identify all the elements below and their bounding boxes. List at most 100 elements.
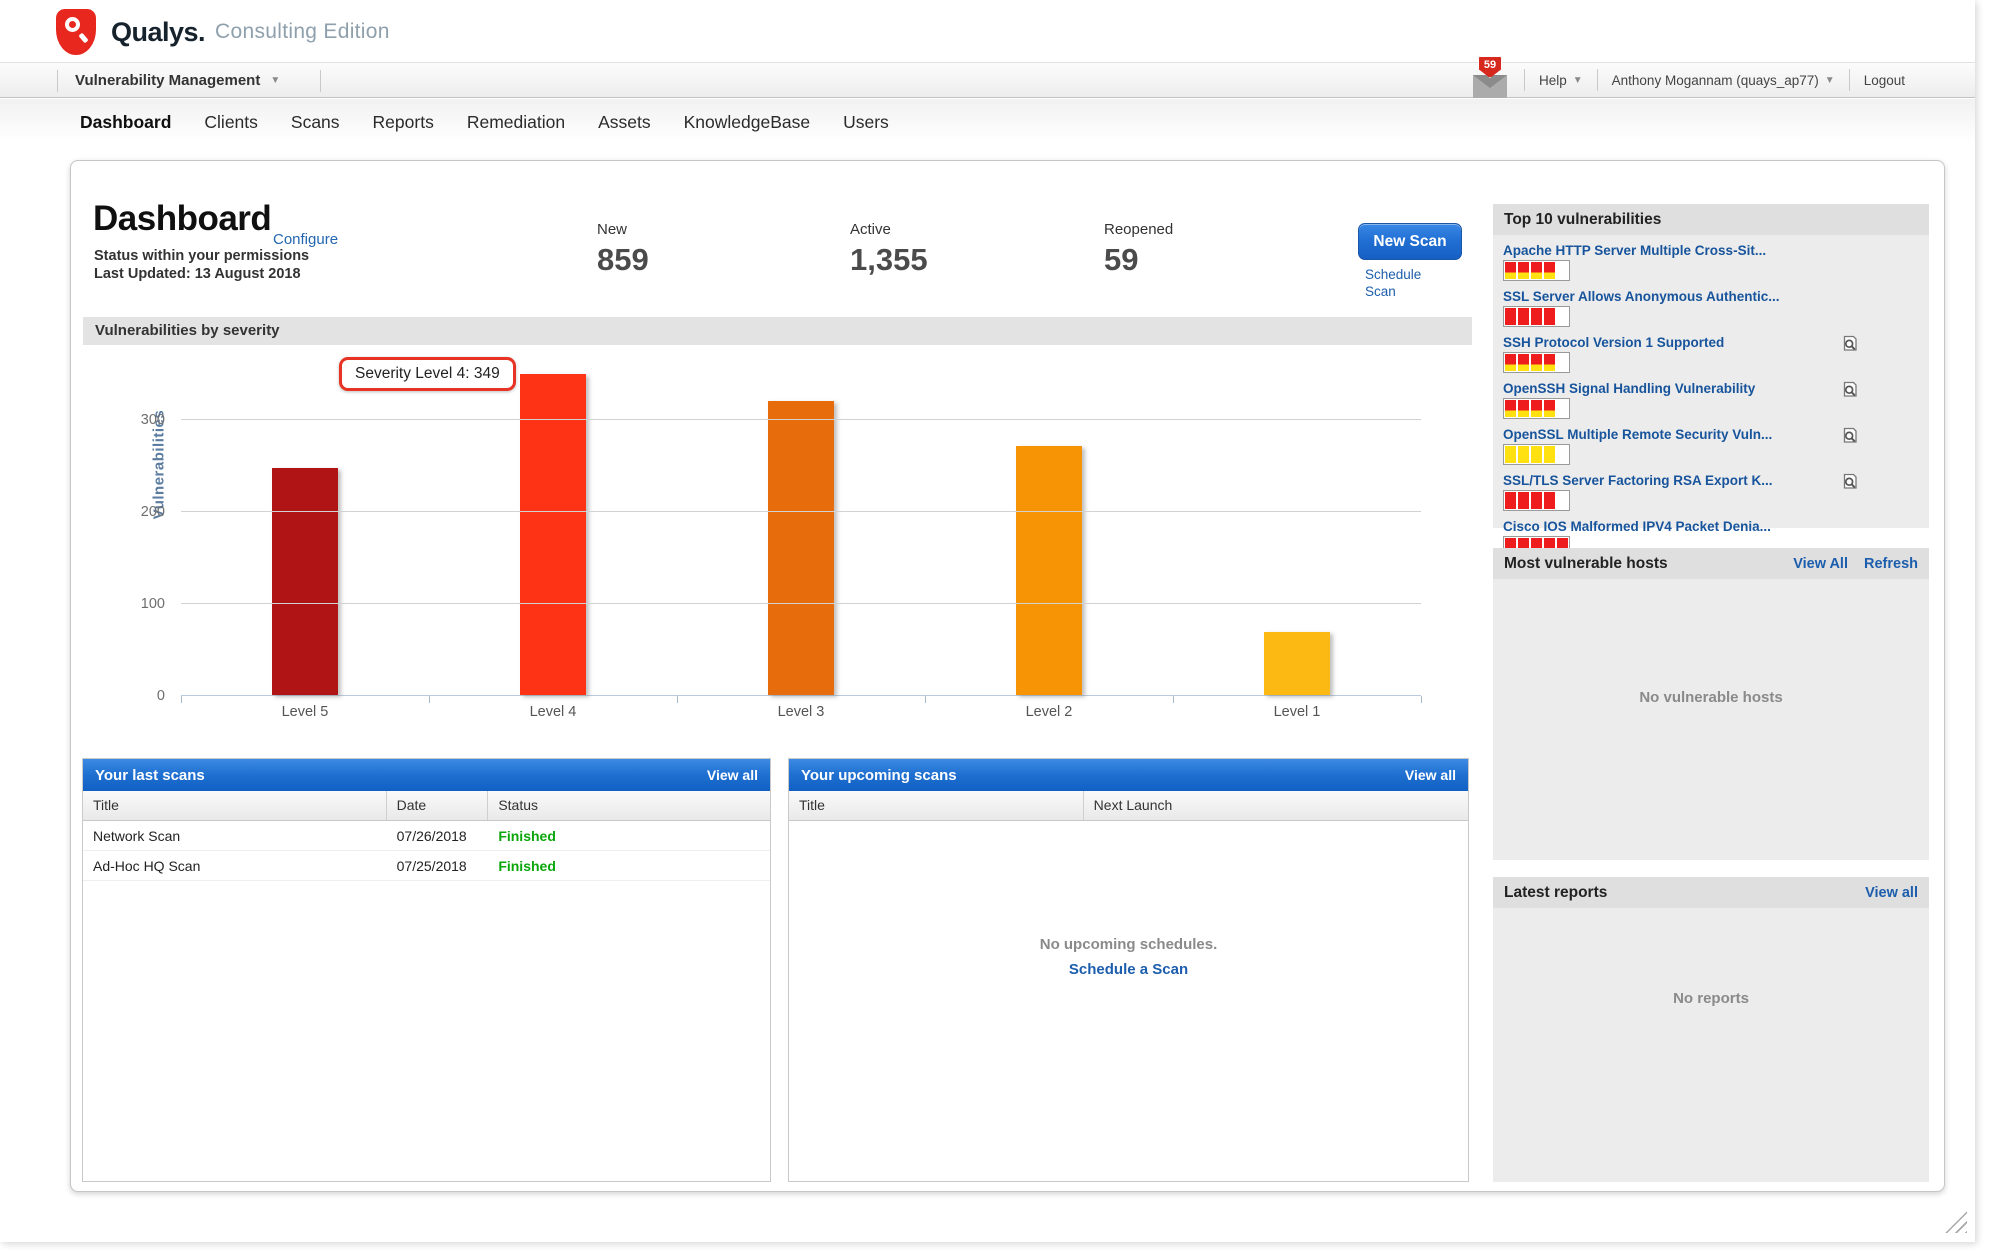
tab-users[interactable]: Users [843,108,889,137]
column-header-next-launch[interactable]: Next Launch [1084,791,1468,820]
app-window: Qualys. Consulting Edition Vulnerability… [0,0,1975,1242]
top10-item: SSH Protocol Version 1 Supported [1503,335,1919,376]
ytick-label: 200 [141,504,165,520]
severity-cell [1531,492,1542,509]
reports-view-all-link[interactable]: View all [1865,885,1918,901]
tab-dashboard[interactable]: Dashboard [80,108,171,137]
severity-cell [1505,262,1516,279]
panel-title: Top 10 vulnerabilities [1504,211,1661,229]
severity-cell [1531,446,1542,463]
panel-title: Your upcoming scans [801,767,957,784]
vulnerability-link[interactable]: Apache HTTP Server Multiple Cross-Sit... [1503,243,1841,258]
separator [320,70,321,92]
stat-label: Active [850,221,928,238]
chart-slot [677,344,925,696]
ytick-label: 300 [141,412,165,428]
stat-value: 59 [1104,242,1173,278]
table-row[interactable]: Network Scan07/26/2018Finished [83,821,770,851]
panel-title: Latest reports [1504,884,1607,902]
hosts-header: Most vulnerable hosts View All Refresh [1493,548,1929,579]
panel-title: Your last scans [95,767,205,784]
ytick-label: 0 [157,688,165,704]
brand-name: Qualys. [111,17,205,48]
vulnerability-link[interactable]: SSL Server Allows Anonymous Authentic... [1503,289,1841,304]
module-selector[interactable]: Vulnerability Management ▼ [75,63,280,97]
bar-level-5[interactable] [272,468,338,695]
last-scans-view-all-link[interactable]: View all [707,767,758,783]
upcoming-scans-column-headers: TitleNext Launch [789,791,1468,821]
tab-knowledgebase[interactable]: KnowledgeBase [684,108,810,137]
bar-level-2[interactable] [1016,446,1082,695]
hosts-empty-state: No vulnerable hosts [1493,689,1929,707]
notifications-inbox[interactable]: 59 [1470,58,1510,98]
severity-cell [1518,262,1529,279]
severity-cell [1557,446,1568,463]
last-scans-panel: Your last scans View all TitleDateStatus… [82,758,771,1182]
chart-title: Vulnerabilities by severity [83,317,1472,345]
preview-search-icon[interactable] [1841,381,1859,404]
stat-reopened: Reopened59 [1104,221,1173,278]
envelope-icon [1473,75,1507,98]
chart-slot [925,344,1173,696]
vulnerability-link[interactable]: OpenSSL Multiple Remote Security Vuln... [1503,427,1841,442]
tab-scans[interactable]: Scans [291,108,340,137]
hosts-view-all-link[interactable]: View All [1793,556,1848,572]
stat-value: 859 [597,242,649,278]
column-header-date[interactable]: Date [387,791,489,820]
severity-cell [1544,308,1555,325]
bar-level-3[interactable] [768,401,834,695]
severity-cell [1557,308,1568,325]
vulnerability-link[interactable]: SSH Protocol Version 1 Supported [1503,335,1841,350]
preview-search-icon[interactable] [1841,335,1859,358]
brand-bar: Qualys. Consulting Edition [0,0,1975,62]
severity-cell [1518,400,1529,417]
new-scan-button[interactable]: New Scan [1358,223,1462,260]
severity-cell [1531,400,1542,417]
column-header-status[interactable]: Status [488,791,770,820]
tab-remediation[interactable]: Remediation [467,108,565,137]
top10-header: Top 10 vulnerabilities [1493,204,1929,235]
severity-cell [1505,308,1516,325]
tab-reports[interactable]: Reports [373,108,434,137]
vulnerability-link[interactable]: Cisco IOS Malformed IPV4 Packet Denia... [1503,519,1841,534]
x-axis-tick [181,696,182,703]
column-header-title[interactable]: Title [83,791,387,820]
empty-message: No vulnerable hosts [1639,689,1782,706]
bar-level-4[interactable] [520,374,586,695]
help-menu[interactable]: Help ▼ [1539,73,1583,88]
severity-cell [1557,400,1568,417]
vulnerability-link[interactable]: SSL/TLS Server Factoring RSA Export K... [1503,473,1841,488]
last-scans-column-headers: TitleDateStatus [83,791,770,821]
panel-title: Most vulnerable hosts [1504,555,1668,573]
hosts-links: View All Refresh [1793,556,1918,572]
severity-cell [1557,492,1568,509]
upcoming-scans-view-all-link[interactable]: View all [1405,767,1456,783]
scan-title: Network Scan [83,821,387,850]
tab-assets[interactable]: Assets [598,108,651,137]
hosts-refresh-link[interactable]: Refresh [1864,556,1918,572]
preview-search-icon[interactable] [1841,473,1859,496]
vulnerability-link[interactable]: OpenSSH Signal Handling Vulnerability [1503,381,1841,396]
ytick-label: 100 [141,596,165,612]
scan-status: Finished [488,821,770,850]
stat-value: 1,355 [850,242,928,278]
schedule-a-scan-link[interactable]: Schedule a Scan [789,961,1468,978]
gridline [181,511,1421,512]
column-header-title[interactable]: Title [789,791,1084,820]
chevron-down-icon: ▼ [270,75,280,86]
user-menu[interactable]: Anthony Mogannam (quays_ap77) ▼ [1612,73,1835,88]
scan-title: Ad-Hoc HQ Scan [83,851,387,880]
bar-level-1[interactable] [1264,632,1330,695]
chevron-down-icon: ▼ [1825,75,1835,86]
last-scans-header: Your last scans View all [83,759,770,791]
separator [1597,69,1598,91]
schedule-scan-link[interactable]: Schedule Scan [1365,266,1445,300]
configure-link[interactable]: Configure [273,231,338,248]
logout-button[interactable]: Logout [1864,73,1905,88]
preview-search-icon[interactable] [1841,427,1859,450]
resize-grip[interactable] [1944,1210,1967,1233]
tab-clients[interactable]: Clients [204,108,258,137]
table-row[interactable]: Ad-Hoc HQ Scan07/25/2018Finished [83,851,770,881]
x-axis-tick [1421,696,1422,703]
stat-new: New859 [597,221,649,278]
